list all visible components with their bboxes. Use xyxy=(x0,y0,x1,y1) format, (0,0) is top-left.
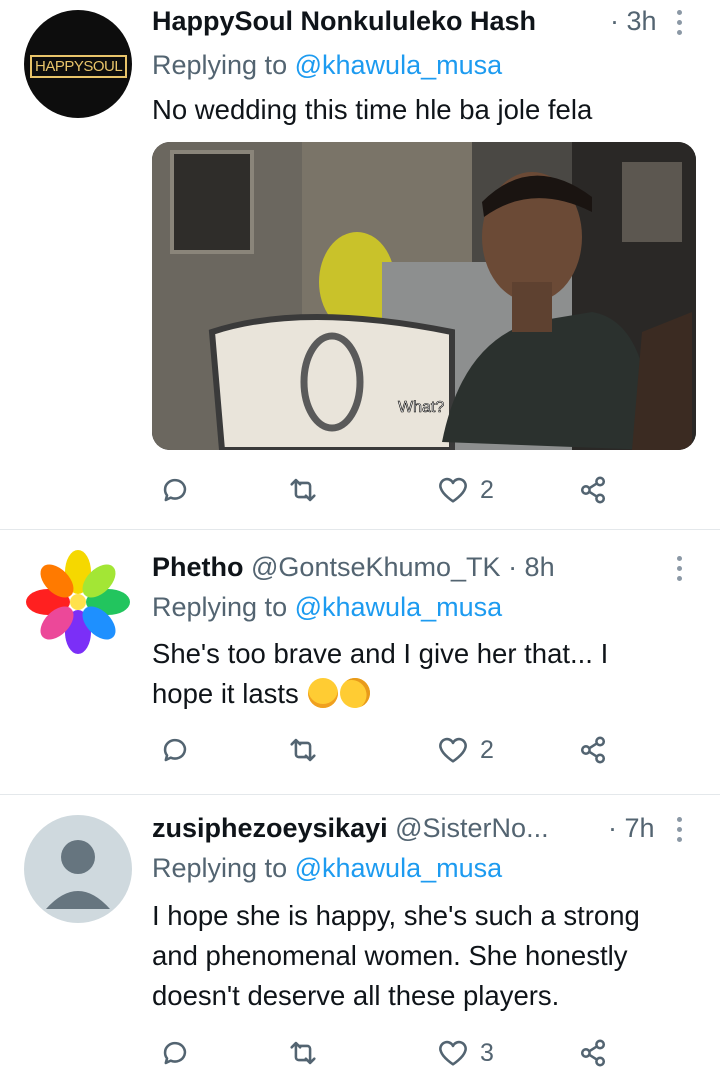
retweet-button[interactable] xyxy=(286,732,320,768)
share-icon xyxy=(580,476,606,504)
share-icon xyxy=(580,736,606,764)
reply-button[interactable] xyxy=(158,472,192,508)
tweet-3[interactable]: zusiphezoeysikayi @SisterNo... · 7h Repl… xyxy=(0,795,720,1079)
replying-to: Replying to @khawula_musa xyxy=(152,853,503,883)
like-icon xyxy=(439,1040,467,1066)
avatar[interactable]: HAPPYSOUL xyxy=(24,10,132,118)
tweet-text: I hope she is happy, she's such a strong… xyxy=(152,900,640,1011)
reply-icon xyxy=(163,738,187,762)
display-name[interactable]: zusiphezoeysikayi xyxy=(152,813,388,843)
retweet-icon xyxy=(290,738,316,762)
avatar[interactable] xyxy=(24,815,132,923)
default-profile-icon xyxy=(46,840,110,909)
more-icon[interactable] xyxy=(674,817,684,843)
display-name[interactable]: HappySoul Nonkululeko Hash xyxy=(152,6,536,36)
like-count: 3 xyxy=(480,1038,494,1067)
reply-button[interactable] xyxy=(158,732,192,768)
tweet-actions: 2 xyxy=(152,732,672,768)
share-button[interactable] xyxy=(576,732,610,768)
tweet-text: She's too brave and I give her that... I… xyxy=(152,634,692,714)
share-icon xyxy=(580,1039,606,1067)
tweet-2[interactable]: Phetho @GontseKhumo_TK · 8h Replying to … xyxy=(0,530,720,794)
rolling-laughing-emoji-icon xyxy=(334,672,376,714)
like-button[interactable]: 2 xyxy=(436,472,494,508)
like-icon xyxy=(439,737,467,763)
retweet-icon xyxy=(290,1041,316,1065)
flower-avatar-image xyxy=(26,550,130,654)
media-image: What? xyxy=(152,142,696,450)
reply-button[interactable] xyxy=(158,1035,192,1071)
replying-to: Replying to @khawula_musa xyxy=(152,592,503,622)
share-button[interactable] xyxy=(576,1035,610,1071)
like-button[interactable]: 3 xyxy=(436,1035,494,1071)
tweet-media-gif[interactable]: What? xyxy=(152,142,696,450)
tweet-header: HappySoul Nonkululeko Hash xyxy=(152,6,536,37)
tweet-1[interactable]: HAPPYSOUL HappySoul Nonkululeko Hash · 3… xyxy=(0,0,720,528)
more-icon[interactable] xyxy=(674,556,684,582)
retweet-button[interactable] xyxy=(286,472,320,508)
tweet-actions: 3 xyxy=(152,1035,672,1071)
display-name[interactable]: Phetho xyxy=(152,552,244,582)
reply-icon xyxy=(163,1041,187,1065)
more-icon[interactable] xyxy=(674,10,684,36)
tweet-actions: 2 xyxy=(152,472,672,508)
tweet-header: Phetho @GontseKhumo_TK · 8h xyxy=(152,552,555,583)
reply-to-handle[interactable]: @khawula_musa xyxy=(295,50,503,80)
like-count: 2 xyxy=(480,475,494,504)
share-button[interactable] xyxy=(576,472,610,508)
weary-face-emoji-icon xyxy=(308,678,339,708)
user-handle[interactable]: @GontseKhumo_TK xyxy=(251,552,501,582)
avatar-logo-text: HAPPYSOUL xyxy=(30,55,128,78)
retweet-button[interactable] xyxy=(286,1035,320,1071)
timestamp[interactable]: · 3h xyxy=(610,6,657,37)
media-caption: What? xyxy=(398,399,444,416)
tweet-header: zusiphezoeysikayi @SisterNo... xyxy=(152,813,549,844)
timestamp[interactable]: · 7h xyxy=(608,813,655,844)
retweet-icon xyxy=(290,478,316,502)
timestamp[interactable]: · 8h xyxy=(508,552,555,582)
replying-to: Replying to @khawula_musa xyxy=(152,50,503,80)
reply-icon xyxy=(163,478,187,502)
like-button[interactable]: 2 xyxy=(436,732,494,768)
avatar[interactable] xyxy=(24,548,132,656)
reply-to-handle[interactable]: @khawula_musa xyxy=(295,592,503,622)
tweet-text: No wedding this time hle ba jole fela xyxy=(152,94,593,125)
like-icon xyxy=(439,477,467,503)
like-count: 2 xyxy=(480,735,494,764)
user-handle[interactable]: @SisterNo... xyxy=(395,813,548,843)
reply-to-handle[interactable]: @khawula_musa xyxy=(295,853,503,883)
